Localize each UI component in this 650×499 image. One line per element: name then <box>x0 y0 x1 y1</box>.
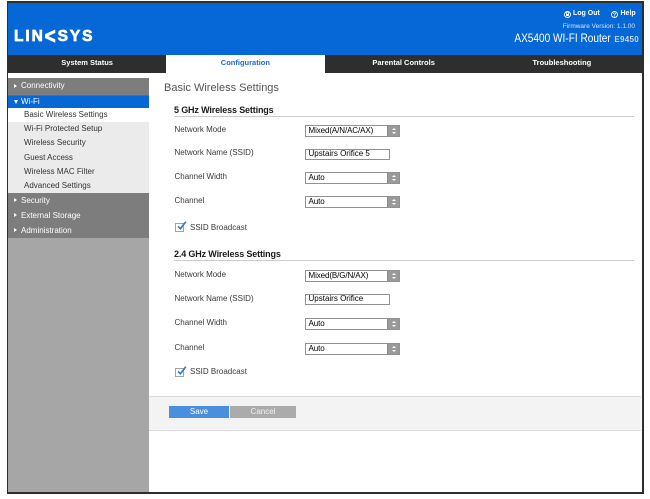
svg-text:?: ? <box>612 12 615 18</box>
